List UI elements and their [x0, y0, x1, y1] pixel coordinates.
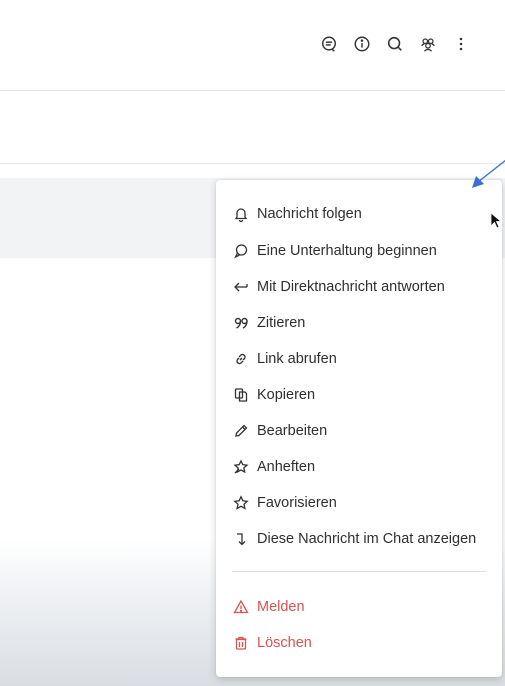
menu-item-label: Mit Direktnachricht antworten	[257, 279, 445, 295]
room-subheader	[0, 91, 505, 164]
menu-item-label: Bearbeiten	[257, 423, 328, 439]
menu-item-edit[interactable]: Bearbeiten	[216, 414, 502, 448]
info-icon[interactable]	[351, 33, 373, 55]
menu-item-copy[interactable]: Kopieren	[216, 378, 502, 412]
jump-to-message-icon	[232, 530, 250, 548]
discussion-icon	[232, 242, 250, 260]
menu-item-label: Anheften	[257, 459, 316, 475]
menu-item-delete[interactable]: Löschen	[216, 626, 502, 660]
menu-item-label: Melden	[257, 599, 305, 615]
menu-item-label: Kopieren	[257, 387, 316, 403]
menu-item-label: Löschen	[257, 635, 312, 651]
header-toolbar	[318, 33, 483, 55]
star-icon	[232, 494, 250, 512]
quote-icon	[232, 314, 250, 332]
message-actions-menu: Nachricht folgen Eine Unterhaltung begin…	[216, 180, 502, 677]
menu-item-label: Favorisieren	[257, 495, 337, 511]
members-icon[interactable]	[417, 33, 439, 55]
menu-item-follow-message[interactable]: Nachricht folgen	[216, 197, 502, 231]
menu-item-report[interactable]: Melden	[216, 590, 502, 624]
copy-icon	[232, 386, 250, 404]
menu-item-label: Diese Nachricht im Chat anzeigen	[257, 531, 477, 547]
search-icon[interactable]	[384, 33, 406, 55]
menu-item-get-link[interactable]: Link abrufen	[216, 342, 502, 376]
menu-item-label: Link abrufen	[257, 351, 337, 367]
menu-item-favorite[interactable]: Favorisieren	[216, 486, 502, 520]
mouse-pointer-icon	[490, 212, 502, 229]
menu-item-jump-to-message[interactable]: Diese Nachricht im Chat anzeigen	[216, 522, 502, 556]
menu-item-pin[interactable]: Anheften	[216, 450, 502, 484]
menu-item-start-discussion[interactable]: Eine Unterhaltung beginnen	[216, 234, 502, 268]
kebab-menu-icon[interactable]	[450, 33, 472, 55]
menu-item-reply-direct-message[interactable]: Mit Direktnachricht antworten	[216, 270, 502, 304]
trash-icon	[232, 634, 250, 652]
warning-icon	[232, 598, 250, 616]
bell-icon	[232, 205, 250, 223]
link-icon	[232, 350, 250, 368]
room-header	[0, 0, 505, 91]
threads-icon[interactable]	[318, 33, 340, 55]
pin-icon	[232, 458, 250, 476]
menu-item-quote[interactable]: Zitieren	[216, 306, 502, 340]
menu-divider	[232, 571, 486, 572]
annotation-arrow-icon	[472, 159, 505, 188]
menu-item-label: Eine Unterhaltung beginnen	[257, 243, 437, 259]
menu-item-label: Zitieren	[257, 315, 306, 331]
menu-item-label: Nachricht folgen	[257, 206, 362, 222]
pencil-icon	[232, 422, 250, 440]
reply-arrow-icon	[232, 278, 250, 296]
